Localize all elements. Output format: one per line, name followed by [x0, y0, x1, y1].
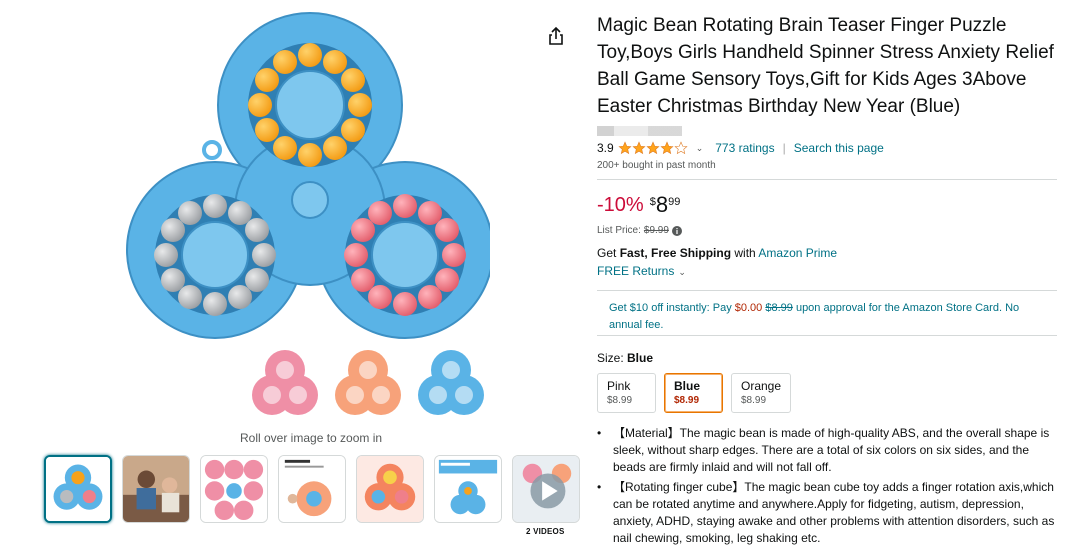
thumbnail-1[interactable]: [44, 455, 112, 523]
fast-free-shipping: Fast, Free Shipping: [619, 246, 732, 260]
thumbnail-4[interactable]: [278, 455, 346, 523]
chevron-down-icon: ⌄: [678, 267, 686, 277]
variant-blue[interactable]: Blue $8.99: [664, 373, 723, 413]
variant-pink[interactable]: Pink $8.99: [597, 373, 656, 413]
variant-name: Pink: [607, 379, 631, 393]
promo-text: Get $10 off instantly: Pay: [609, 302, 735, 314]
video-thumbnail[interactable]: [512, 455, 580, 523]
shipping-prefix: Get: [597, 246, 620, 260]
free-returns[interactable]: FREE Returns ⌄: [597, 264, 1057, 278]
variant-price: $8.99: [674, 395, 700, 406]
shipping-with: with: [731, 246, 759, 260]
thumbnail-5[interactable]: [356, 455, 424, 523]
product-title: Magic Bean Rotating Brain Teaser Finger …: [597, 15, 1054, 117]
variant-orange[interactable]: Orange $8.99: [731, 373, 791, 413]
rating-value: 3.9: [597, 141, 614, 155]
thumbnail-2[interactable]: [122, 455, 190, 523]
list-price-value: $9.99: [643, 225, 669, 236]
zoom-hint: Roll over image to zoom in: [240, 431, 383, 445]
price-fraction: 99: [668, 196, 681, 208]
star-icon: [660, 141, 674, 155]
store-card-promo[interactable]: Get $10 off instantly: Pay $0.00 $8.99 u…: [597, 290, 1057, 336]
ratings-count-link[interactable]: 773 ratings: [715, 141, 774, 155]
promo-pay-price: $0.00: [734, 302, 763, 314]
rating-row: 3.9 ⌄ 773 ratings | Search this page: [597, 140, 1057, 156]
star-rating[interactable]: [618, 141, 688, 155]
size-label: Size: Blue: [597, 351, 1057, 365]
size-label-prefix: Size:: [597, 351, 628, 365]
variant-price: $8.99: [741, 395, 767, 406]
main-product-image[interactable]: [120, 10, 494, 435]
variant-name: Orange: [741, 379, 782, 393]
size-selected-value: Blue: [627, 351, 654, 365]
separator: |: [782, 141, 786, 155]
feature-bullet: 【Material】The magic bean is made of high…: [597, 425, 1057, 476]
thumbnail-6[interactable]: [434, 455, 502, 523]
list-price-label: List Price:: [597, 225, 641, 236]
shipping-info: Get Fast, Free Shipping with Amazon Prim…: [597, 246, 1057, 260]
price-row: -10% $ 8 99: [597, 193, 1057, 219]
divider: [597, 179, 1057, 180]
info-icon[interactable]: [671, 225, 682, 236]
variant-name: Blue: [674, 379, 701, 393]
share-icon[interactable]: [546, 26, 566, 46]
promo-struck-price: $8.99: [765, 302, 793, 314]
variant-price: $8.99: [607, 395, 633, 406]
list-price: List Price: $9.99: [597, 225, 1057, 236]
star-icon: [674, 141, 688, 155]
thumbnail-3[interactable]: [200, 455, 268, 523]
search-this-page-link[interactable]: Search this page: [794, 141, 884, 155]
brand-link[interactable]: [597, 126, 682, 136]
star-icon: [618, 141, 632, 155]
feature-bullet: 【Rotating finger cube】The magic bean cub…: [597, 479, 1057, 547]
size-variants: Pink $8.99 Blue $8.99 Orange $8.99: [597, 373, 1057, 413]
star-icon: [632, 141, 646, 155]
feature-bullets: 【Material】The magic bean is made of high…: [597, 425, 1057, 547]
discount-percent: -10%: [597, 194, 644, 216]
chevron-down-icon[interactable]: ⌄: [696, 143, 704, 154]
star-icon: [646, 141, 660, 155]
current-price: $ 8 99: [650, 193, 681, 217]
videos-count-label: 2 VIDEOS: [526, 527, 565, 536]
thumbnail-strip: [44, 455, 580, 525]
free-returns-label: FREE Returns: [597, 264, 675, 278]
price-whole: 8: [655, 192, 669, 217]
bought-in-past-month: 200+ bought in past month: [597, 160, 716, 171]
amazon-prime-link[interactable]: Amazon Prime: [758, 246, 837, 260]
product-details: Magic Bean Rotating Brain Teaser Finger …: [597, 12, 1057, 550]
